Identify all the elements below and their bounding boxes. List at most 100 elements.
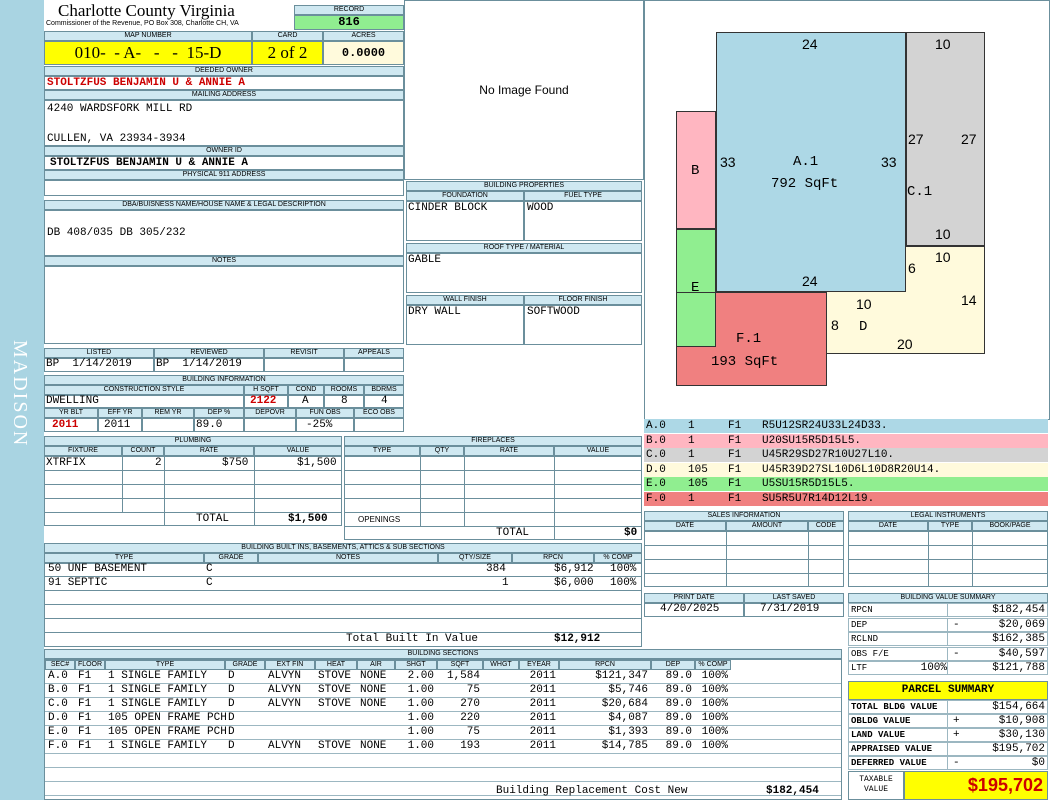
parcel-summary-name: TOTAL BLDG VALUE xyxy=(851,702,938,712)
divider xyxy=(947,647,948,661)
legend-floor: F1 xyxy=(728,478,742,490)
value-summary-name: LTF xyxy=(851,663,868,673)
builtin-rpcn: $6,912 xyxy=(554,563,594,575)
builtin-grade: C xyxy=(206,563,213,575)
value-summary-value: $182,454 xyxy=(992,604,1045,616)
section-cell: 193 xyxy=(460,740,480,752)
dim-f-right: 8 xyxy=(831,317,839,333)
cond-label: COND xyxy=(288,385,324,395)
section-cell: B.0 xyxy=(48,684,68,696)
section-cell: 2011 xyxy=(529,698,556,710)
legend-code: SU5R5U7R14D12L19. xyxy=(762,492,875,505)
dim-c-left: 27 xyxy=(908,131,924,147)
value-summary-value: $162,385 xyxy=(992,633,1045,645)
table-row xyxy=(45,782,841,796)
fueltype-value: WOOD xyxy=(527,202,554,214)
legend-code: U20SU15R5D15L5. xyxy=(762,434,862,447)
legend-count: 1 xyxy=(688,434,695,447)
sidebar-district: MADISON xyxy=(0,0,44,800)
divider xyxy=(947,662,948,675)
section-cell: NONE xyxy=(360,684,387,696)
section-cell: 89.0 xyxy=(665,670,692,682)
legend-count: 105 xyxy=(688,478,708,490)
section-cell: 75 xyxy=(466,684,480,696)
section-cell: ALVYN xyxy=(268,740,302,752)
section-cell: 1 SINGLE FAMILY xyxy=(108,684,208,696)
ecoobs-label: ECO OBS xyxy=(354,408,404,418)
built-ins-total-label: Total Built In Value xyxy=(346,633,479,645)
divider xyxy=(947,743,948,756)
value-summary-row: OBS F/E - $40,597 xyxy=(848,646,1048,661)
section-cell: F1 xyxy=(78,740,92,752)
sections-label: BUILDING SECTIONS xyxy=(44,649,842,659)
section-cell: C.0 xyxy=(48,698,68,710)
print-date: 4/20/2025 xyxy=(660,603,720,615)
sections-col-header: FLOOR xyxy=(75,660,105,670)
divider xyxy=(947,618,948,632)
cond-value: A xyxy=(302,395,309,407)
last-saved: 7/31/2019 xyxy=(760,603,820,615)
divider xyxy=(947,757,948,770)
dim-d-bottom: 20 xyxy=(897,336,913,352)
sections-col-header: AIR xyxy=(357,660,395,670)
section-cell: STOVE xyxy=(318,684,352,696)
plumbing-rate: $750 xyxy=(222,457,249,469)
no-image-text: No Image Found xyxy=(479,83,569,97)
sketch-label-e: E xyxy=(691,280,700,296)
section-cell: 100% xyxy=(701,698,728,710)
sketch-label-d: D xyxy=(859,319,868,335)
section-cell: 270 xyxy=(460,698,480,710)
value-summary-name: RPCN xyxy=(851,605,873,615)
parcel-summary-row: LAND VALUE + $30,130 xyxy=(848,728,1048,742)
section-cell: F1 xyxy=(78,670,92,682)
section-cell: 1.00 xyxy=(407,684,434,696)
section-cell: A.0 xyxy=(48,670,68,682)
section-cell: NONE xyxy=(360,698,387,710)
fireplaces-col-rate: RATE xyxy=(464,446,554,456)
section-cell: F1 xyxy=(78,726,92,738)
plumbing-count: 2 xyxy=(155,457,162,469)
section-cell: F1 xyxy=(78,712,92,724)
fireplaces-total: $0 xyxy=(624,527,638,539)
wall-finish-label: WALL FINISH xyxy=(406,295,524,305)
parcel-summary-row: TOTAL BLDG VALUE $154,664 xyxy=(848,700,1048,714)
dim-a-bottom: 24 xyxy=(802,273,818,289)
value-summary-value: $20,069 xyxy=(998,618,1045,631)
section-cell: F.0 xyxy=(48,740,68,752)
fueltype-label: FUEL TYPE xyxy=(524,191,642,201)
section-cell: ALVYN xyxy=(268,698,302,710)
parcel-summary-name: APPRAISED VALUE xyxy=(851,744,933,754)
revisit-label: REVISIT xyxy=(264,348,344,358)
dim-c-right: 27 xyxy=(961,131,977,147)
fireplaces-col-qty: QTY xyxy=(420,446,464,456)
parcel-summary-name: LAND VALUE xyxy=(851,730,906,740)
value-summary-row: RPCN $182,454 xyxy=(848,603,1048,617)
parcel-summary-value: $10,908 xyxy=(998,715,1045,727)
value-summary-sign: - xyxy=(953,618,960,631)
legend-sec: C.0 xyxy=(646,449,666,461)
sections-col-header: SEC# xyxy=(45,660,75,670)
legend-floor: F1 xyxy=(728,492,742,505)
builtin-grade: C xyxy=(206,577,213,589)
section-cell: 100% xyxy=(701,684,728,696)
owner-id: STOLTZFUS BENJAMIN U & ANNIE A xyxy=(50,157,249,169)
map-number-label: MAP NUMBER xyxy=(44,31,252,41)
map-number: 010- - A- - - 15-D xyxy=(44,41,252,65)
plumbing-col-rate: RATE xyxy=(164,446,254,456)
section-cell: STOVE xyxy=(318,698,352,710)
legend-sec: B.0 xyxy=(646,434,666,447)
sections-col-header: RPCN xyxy=(559,660,651,670)
parcel-summary-name: DEFERRED VALUE xyxy=(851,758,927,768)
table-row xyxy=(45,768,841,782)
section-cell: NONE xyxy=(360,740,387,752)
construction-style-label: CONSTRUCTION STYLE xyxy=(44,385,244,395)
divider xyxy=(947,633,948,646)
section-cell: $5,746 xyxy=(608,684,648,696)
legend-code: U45R39D27SL10D6L10D8R20U14. xyxy=(762,463,941,476)
fireplaces-col-type: TYPE xyxy=(344,446,420,456)
funobs-value: -25% xyxy=(306,419,333,431)
table-row: F.0 F1 1 SINGLE FAMILY D ALVYN STOVE NONE 1.00 1… xyxy=(45,740,841,754)
section-cell: NONE xyxy=(360,670,387,682)
legend-sec: E.0 xyxy=(646,478,666,490)
dim-a-left: 33 xyxy=(720,154,736,170)
